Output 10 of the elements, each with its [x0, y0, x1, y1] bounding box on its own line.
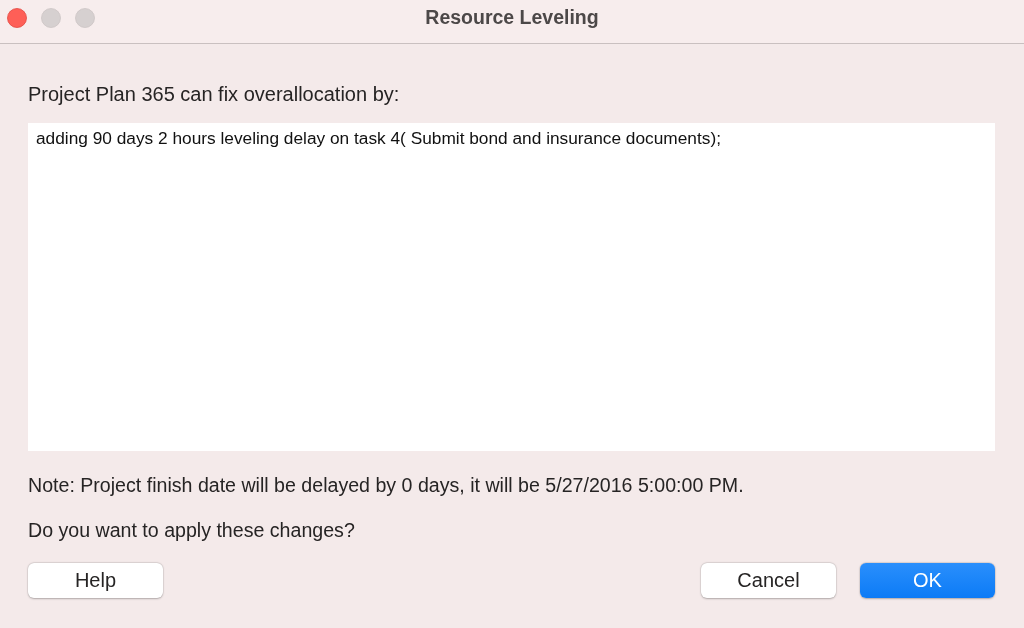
default-button[interactable]: OK — [860, 563, 995, 598]
window-title: Resource Leveling — [425, 6, 599, 29]
question-text: Do you want to apply these changes? — [28, 518, 355, 542]
suggestions-box[interactable]: adding 90 days 2 hours leveling delay on task 4( Submit bond and insurance documents); — [28, 123, 995, 451]
suggestion-text: adding 90 days 2 hours leveling delay on task 4( Submit bond and insurance documents); — [36, 128, 721, 149]
dialog-button[interactable]: Cancel — [701, 563, 836, 598]
note-text: Note: Project finish date will be delayed by 0 days, it will be 5/27/2016 5:00:00 PM. — [28, 473, 744, 497]
dialog-button[interactable]: Help — [28, 563, 163, 598]
intro-text: Project Plan 365 can fix overallocation by: — [28, 82, 400, 106]
close-window-icon[interactable] — [7, 8, 27, 28]
